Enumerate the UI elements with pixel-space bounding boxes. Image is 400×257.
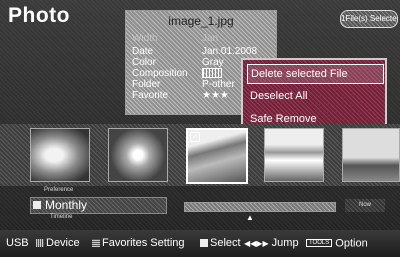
preference-label: Preference bbox=[44, 187, 74, 193]
info-color-value: Gray bbox=[202, 57, 224, 68]
selection-status-badge: 1File(s) Selected bbox=[340, 10, 398, 28]
timeline-label: Timeline bbox=[50, 214, 73, 220]
checkbox-checked-icon: ✓ bbox=[190, 132, 200, 142]
jump-hint: ◀◀▶▶ Jump bbox=[244, 230, 299, 257]
menu-item-deselect-all[interactable]: Deselect All bbox=[247, 87, 382, 105]
device-hint-label: Device bbox=[46, 237, 80, 249]
photo-thumbnail[interactable] bbox=[342, 128, 400, 182]
option-hint-label: Option bbox=[335, 237, 368, 250]
jump-hint-label: Jump bbox=[271, 237, 299, 249]
info-folder-value: P-other bbox=[202, 79, 235, 90]
menu-item-delete-selected[interactable]: Delete selected File bbox=[247, 64, 384, 84]
bottom-help-bar: USB Device Favorites Setting Select ◀◀▶▶… bbox=[0, 230, 400, 257]
favorites-setting-hint: Favorites Setting bbox=[92, 230, 185, 257]
option-hint: TOOLS Option bbox=[306, 230, 368, 257]
timeline-bar[interactable] bbox=[184, 202, 336, 212]
favorites-hint-label: Favorites Setting bbox=[102, 237, 185, 249]
file-name: image_1.jpg bbox=[168, 14, 234, 28]
info-folder-label: Folder bbox=[132, 79, 161, 90]
photo-thumbnail-selected[interactable]: ✓ bbox=[186, 128, 248, 184]
composition-pattern-icon bbox=[202, 68, 222, 79]
red-key-icon bbox=[36, 239, 44, 248]
green-key-icon bbox=[92, 239, 100, 248]
page-title: Photo bbox=[8, 4, 70, 27]
tools-key-icon: TOOLS bbox=[306, 239, 333, 247]
info-composition-value bbox=[202, 68, 222, 79]
info-color-label: Color bbox=[132, 57, 156, 68]
thumbnail-strip: ✓ bbox=[0, 124, 400, 186]
device-hint: Device bbox=[36, 230, 80, 257]
photo-thumbnail[interactable] bbox=[108, 128, 168, 182]
enter-key-icon bbox=[200, 239, 208, 248]
now-label: Now bbox=[345, 199, 385, 212]
sort-mode-selector[interactable]: Monthly bbox=[30, 197, 167, 214]
photo-thumbnail[interactable] bbox=[264, 128, 324, 182]
timeline-pointer-icon: ▲ bbox=[246, 213, 254, 222]
info-favorite-label: Favorite bbox=[132, 90, 169, 101]
info-date-value: Jan.01.2008 bbox=[202, 46, 258, 57]
photo-browser-screen: Photo 1File(s) Selected image_1.jpg Widt… bbox=[0, 0, 400, 257]
sort-marker-icon bbox=[33, 201, 41, 209]
info-date-label: Date bbox=[132, 46, 154, 57]
info-composition-label: Composition bbox=[132, 68, 188, 79]
usb-label: USB bbox=[6, 237, 29, 249]
info-ghost-label: Width bbox=[132, 33, 158, 44]
select-hint: Select bbox=[200, 230, 241, 257]
info-ghost-value: Jan bbox=[202, 33, 219, 44]
photo-thumbnail[interactable] bbox=[30, 128, 90, 182]
select-hint-label: Select bbox=[210, 237, 241, 249]
skip-arrows-icon: ◀◀▶▶ bbox=[244, 239, 269, 248]
sort-mode-value: Monthly bbox=[45, 198, 88, 212]
favorite-stars: ★★★ bbox=[202, 90, 229, 101]
